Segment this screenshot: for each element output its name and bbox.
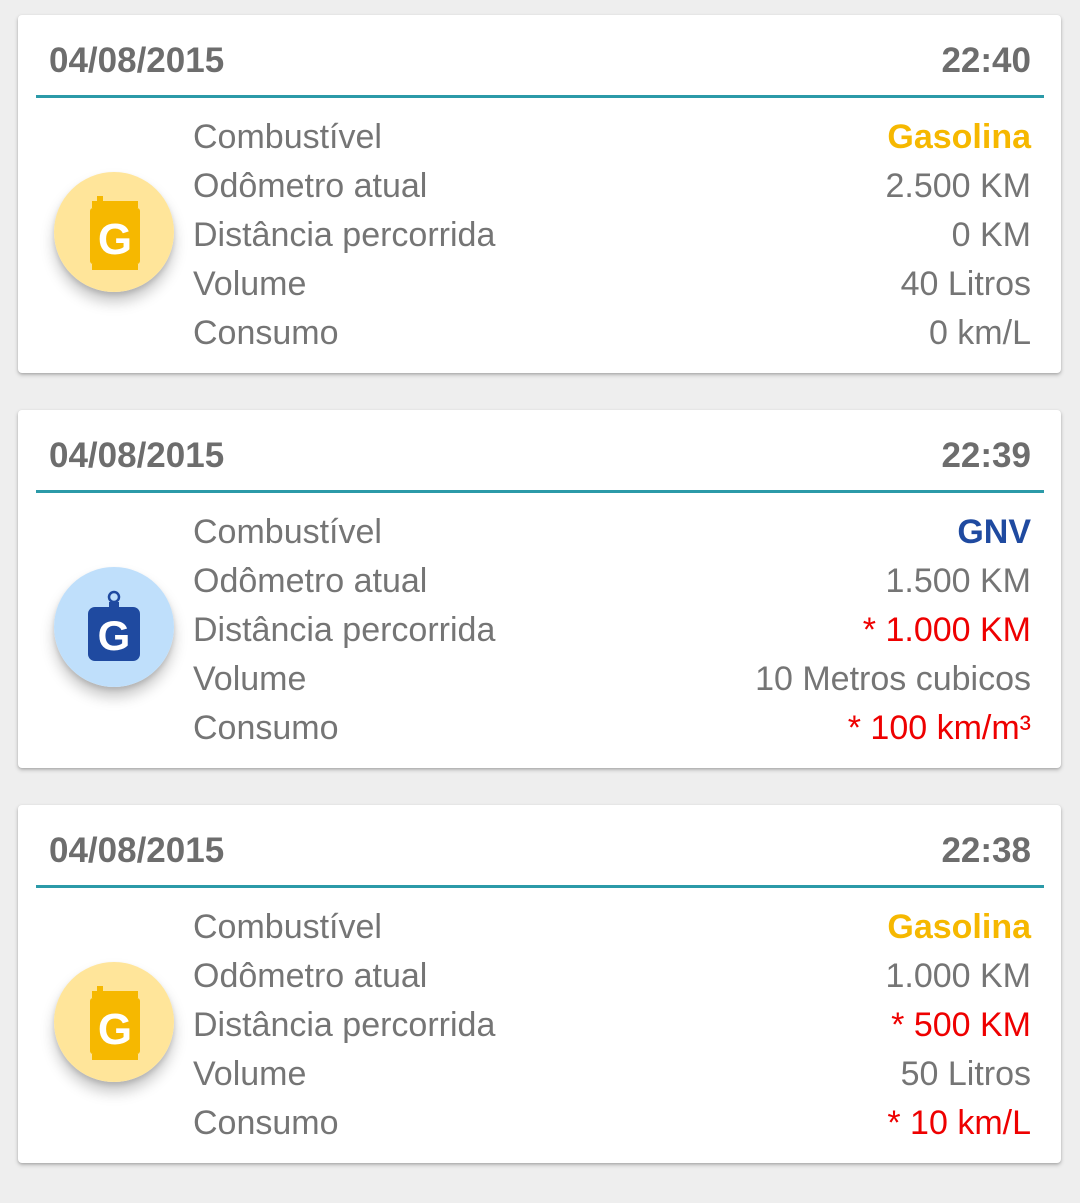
fuel-entry-card[interactable]: 04/08/2015 22:39 G Combustível GNV Odôme…	[18, 410, 1061, 768]
consumption-label: Consumo	[193, 1104, 339, 1142]
entry-date: 04/08/2015	[49, 41, 225, 80]
odometer-value: 1.000 KM	[885, 957, 1031, 995]
consumption-label: Consumo	[193, 314, 339, 352]
consumption-row: Consumo * 10 km/L	[193, 1102, 1031, 1151]
fuel-value: Gasolina	[887, 118, 1031, 156]
volume-row: Volume 40 Litros	[193, 263, 1031, 312]
odometer-row: Odômetro atual 1.000 KM	[193, 955, 1031, 1004]
volume-value: 40 Litros	[900, 265, 1031, 303]
volume-row: Volume 10 Metros cubicos	[193, 658, 1031, 707]
fuel-value: Gasolina	[887, 908, 1031, 946]
volume-row: Volume 50 Litros	[193, 1053, 1031, 1102]
entry-details: Combustível Gasolina Odômetro atual 1.00…	[193, 906, 1031, 1151]
fuel-label: Combustível	[193, 118, 382, 156]
fuel-row: Combustível Gasolina	[193, 906, 1031, 955]
distance-label: Distância percorrida	[193, 611, 496, 649]
distance-row: Distância percorrida 0 KM	[193, 214, 1031, 263]
card-header: 04/08/2015 22:38	[36, 805, 1044, 888]
fuel-entry-card[interactable]: 04/08/2015 22:38 G Combustível Gasolina …	[18, 805, 1061, 1163]
distance-label: Distância percorrida	[193, 1006, 496, 1044]
card-header: 04/08/2015 22:39	[36, 410, 1044, 493]
entry-details: Combustível Gasolina Odômetro atual 2.50…	[193, 116, 1031, 361]
odometer-label: Odômetro atual	[193, 167, 428, 205]
distance-value: 0 KM	[951, 216, 1031, 254]
entry-details: Combustível GNV Odômetro atual 1.500 KM …	[193, 511, 1031, 756]
distance-value: * 1.000 KM	[862, 611, 1031, 649]
volume-label: Volume	[193, 660, 307, 698]
consumption-value: * 100 km/m³	[847, 709, 1031, 747]
odometer-value: 1.500 KM	[885, 562, 1031, 600]
fuel-entry-card[interactable]: 04/08/2015 22:40 G Combustível Gasolina …	[18, 15, 1061, 373]
fuel-value: GNV	[957, 513, 1031, 551]
entry-date: 04/08/2015	[49, 436, 225, 475]
gasoline-can-icon: G	[54, 172, 174, 292]
fuel-label: Combustível	[193, 513, 382, 551]
volume-label: Volume	[193, 265, 307, 303]
odometer-value: 2.500 KM	[885, 167, 1031, 205]
consumption-row: Consumo 0 km/L	[193, 312, 1031, 361]
volume-value: 10 Metros cubicos	[755, 660, 1031, 698]
card-header: 04/08/2015 22:40	[36, 15, 1044, 98]
entry-time: 22:40	[941, 41, 1031, 80]
fuel-row: Combustível Gasolina	[193, 116, 1031, 165]
fuel-row: Combustível GNV	[193, 511, 1031, 560]
distance-label: Distância percorrida	[193, 216, 496, 254]
consumption-value: * 10 km/L	[887, 1104, 1031, 1142]
volume-value: 50 Litros	[900, 1055, 1031, 1093]
volume-label: Volume	[193, 1055, 307, 1093]
consumption-label: Consumo	[193, 709, 339, 747]
gas-cylinder-icon: G	[54, 567, 174, 687]
entry-date: 04/08/2015	[49, 831, 225, 870]
svg-text:G: G	[98, 1005, 132, 1054]
consumption-value: 0 km/L	[928, 314, 1031, 352]
distance-value: * 500 KM	[891, 1006, 1031, 1044]
svg-text:G: G	[98, 612, 131, 659]
svg-text:G: G	[98, 215, 132, 264]
distance-row: Distância percorrida * 1.000 KM	[193, 609, 1031, 658]
gasoline-can-icon: G	[54, 962, 174, 1082]
odometer-label: Odômetro atual	[193, 562, 428, 600]
odometer-label: Odômetro atual	[193, 957, 428, 995]
odometer-row: Odômetro atual 1.500 KM	[193, 560, 1031, 609]
fuel-label: Combustível	[193, 908, 382, 946]
odometer-row: Odômetro atual 2.500 KM	[193, 165, 1031, 214]
entry-time: 22:38	[941, 831, 1031, 870]
entry-time: 22:39	[941, 436, 1031, 475]
distance-row: Distância percorrida * 500 KM	[193, 1004, 1031, 1053]
consumption-row: Consumo * 100 km/m³	[193, 707, 1031, 756]
